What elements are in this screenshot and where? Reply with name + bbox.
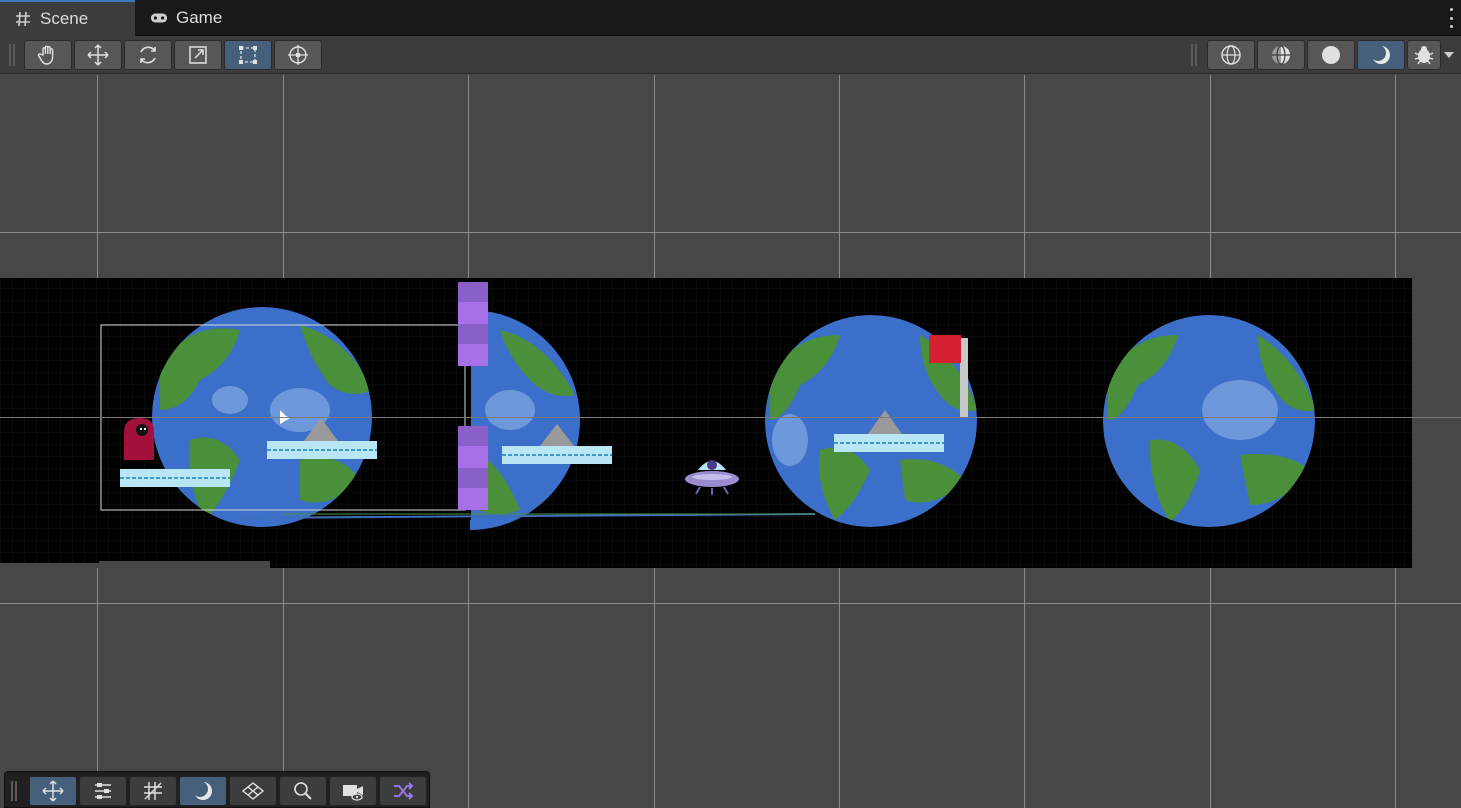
- toolbar-grip-right[interactable]: [1191, 44, 1197, 66]
- tab-label: Game: [176, 8, 223, 27]
- shuffle-icon: [394, 782, 414, 800]
- rotate-tool-button[interactable]: [124, 40, 172, 70]
- player-character[interactable]: [124, 418, 154, 460]
- search-icon: [294, 782, 312, 800]
- gamepad-icon: [150, 9, 168, 27]
- overlay-grip[interactable]: [11, 781, 17, 801]
- camera-view-button[interactable]: [329, 776, 377, 806]
- debug-dropdown-icon[interactable]: [1443, 40, 1455, 70]
- scene-toolbar: [0, 36, 1461, 74]
- hash-icon: [14, 10, 32, 28]
- crescent-icon: [1370, 45, 1390, 64]
- transform-icon: [288, 45, 308, 65]
- tab-label: Scene: [40, 9, 89, 28]
- wireframe-sphere-icon: [1221, 45, 1241, 65]
- shaded-wireframe-icon: [1272, 45, 1290, 65]
- grid-visibility-button[interactable]: [229, 776, 277, 806]
- shading-tools: [1207, 40, 1455, 70]
- unity-scene-window: Scene Game: [0, 0, 1461, 808]
- transform-tool-button[interactable]: [274, 40, 322, 70]
- draw-mode-button[interactable]: [179, 776, 227, 806]
- debug-draw-button[interactable]: [1407, 40, 1441, 70]
- rect-tool-button[interactable]: [224, 40, 272, 70]
- game-scene: [0, 278, 1412, 568]
- hand-icon: [37, 45, 54, 65]
- more-menu-icon[interactable]: [1447, 8, 1455, 28]
- tab-game[interactable]: Game: [136, 0, 236, 36]
- grid-plane-icon: [241, 782, 265, 800]
- toolbar-grip[interactable]: [9, 44, 15, 66]
- grid-snapping-button[interactable]: [129, 776, 177, 806]
- shaded-button[interactable]: [1307, 40, 1355, 70]
- rect-transform-icon: [239, 46, 257, 64]
- grid-line: [0, 417, 1461, 418]
- sliders-icon: [95, 783, 111, 799]
- scale-icon: [189, 46, 207, 64]
- platform[interactable]: [120, 469, 230, 487]
- platform[interactable]: [267, 441, 377, 459]
- crescent-icon: [192, 781, 212, 800]
- move-arrows-icon: [42, 780, 64, 802]
- earth-planet[interactable]: [1103, 315, 1316, 527]
- rotate-icon: [140, 46, 156, 64]
- shuffle-button[interactable]: [379, 776, 427, 806]
- scale-tool-button[interactable]: [174, 40, 222, 70]
- solid-sphere-icon: [1322, 46, 1340, 64]
- transform-tools: [24, 40, 322, 70]
- hand-tool-button[interactable]: [24, 40, 72, 70]
- camera-eye-icon: [343, 785, 363, 801]
- move-overlay-button[interactable]: [29, 776, 77, 806]
- unlit-button[interactable]: [1357, 40, 1405, 70]
- bug-icon: [1414, 46, 1434, 65]
- tool-settings-button[interactable]: [79, 776, 127, 806]
- grid-snap-icon: [144, 782, 162, 800]
- shaded-wireframe-button[interactable]: [1257, 40, 1305, 70]
- scene-viewport[interactable]: [0, 75, 1461, 808]
- wireframe-button[interactable]: [1207, 40, 1255, 70]
- platform[interactable]: [834, 434, 944, 452]
- move-arrows-icon: [87, 44, 109, 66]
- move-tool-button[interactable]: [74, 40, 122, 70]
- tab-bar: Scene Game: [0, 0, 1461, 36]
- search-button[interactable]: [279, 776, 327, 806]
- overlay-toolbar: [4, 771, 430, 808]
- tab-scene[interactable]: Scene: [0, 0, 135, 36]
- platform[interactable]: [502, 446, 612, 464]
